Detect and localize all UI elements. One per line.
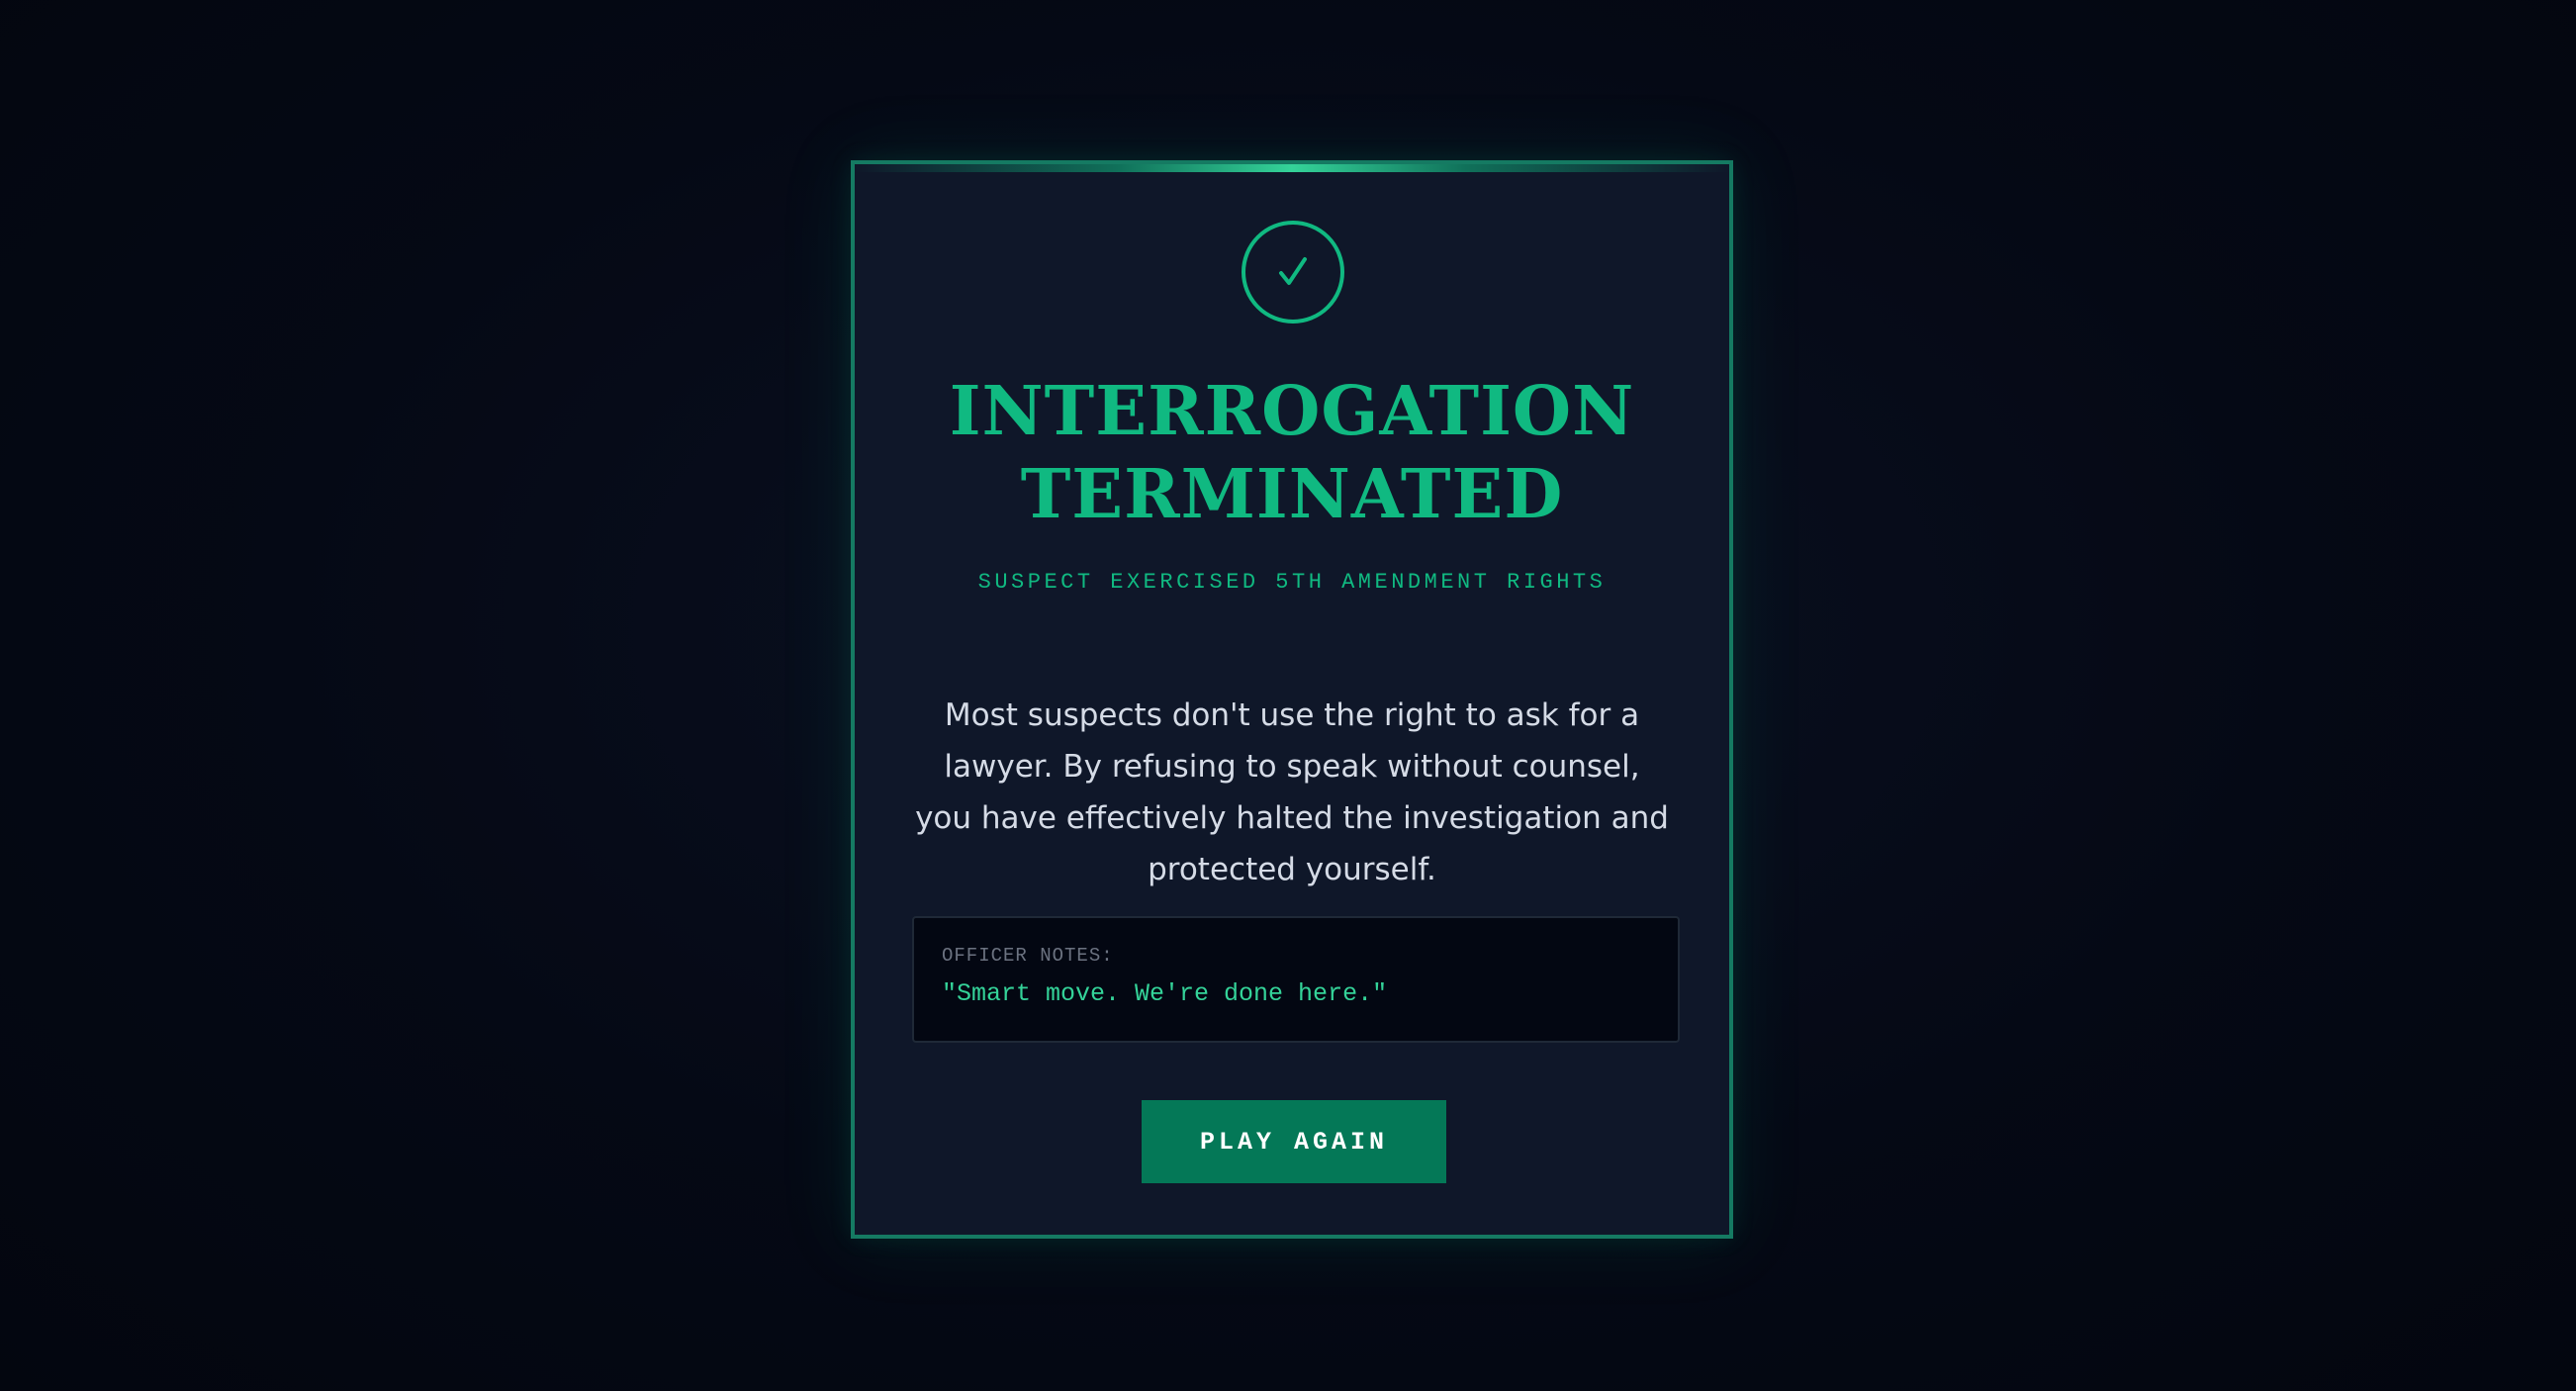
play-again-button[interactable]: PLAY AGAIN (1142, 1100, 1446, 1183)
result-message: Most suspects don't use the right to ask… (915, 697, 1669, 887)
result-title: INTERROGATION TERMINATED (855, 370, 1729, 536)
officer-notes-label: OFFICER NOTES: (942, 945, 1114, 967)
result-title-line-1: INTERROGATION (949, 372, 1635, 451)
officer-notes-quote: "Smart move. We're done here." (942, 979, 1388, 1008)
game-over-screen: INTERROGATION TERMINATED SUSPECT EXERCIS… (0, 0, 2576, 1391)
card-top-glow (855, 164, 1729, 172)
result-card: INTERROGATION TERMINATED SUSPECT EXERCIS… (851, 160, 1733, 1239)
result-subtitle: SUSPECT EXERCISED 5TH AMENDMENT RIGHTS (977, 570, 1607, 595)
checkmark-glyph (1279, 257, 1307, 285)
result-title-line-2: TERMINATED (1020, 455, 1564, 534)
checkmark-icon (1242, 221, 1344, 324)
officer-notes-box: OFFICER NOTES: "Smart move. We're done h… (912, 916, 1680, 1043)
